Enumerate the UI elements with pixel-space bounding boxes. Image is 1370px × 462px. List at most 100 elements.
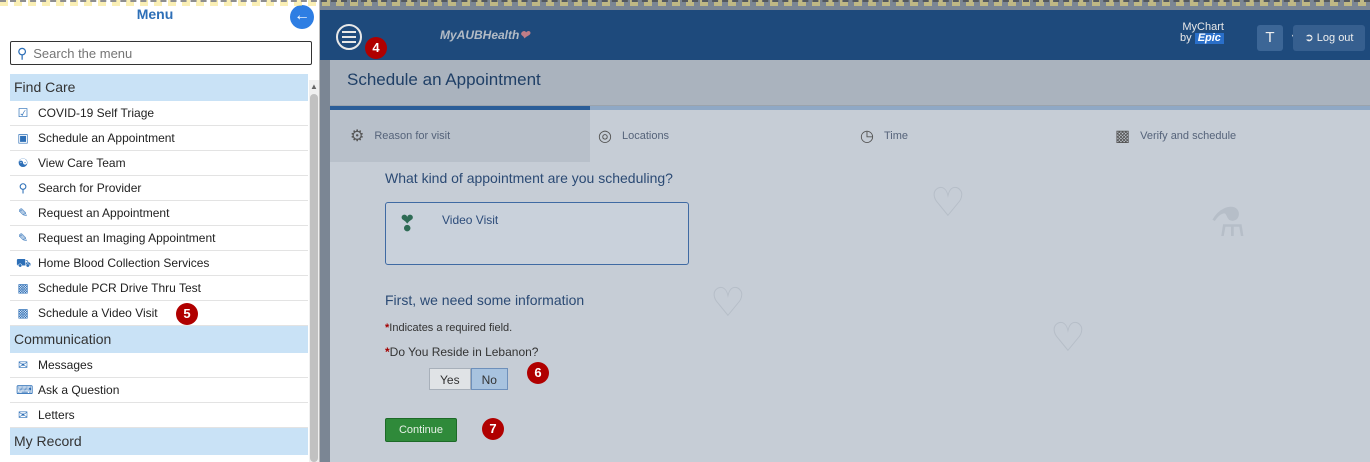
step-list: ⚙ Reason for visit ◎ Locations ◷ Time ▩ … (330, 110, 1370, 162)
appointment-type-question: What kind of appointment are you schedul… (385, 170, 673, 186)
menu-item-label: Request an Imaging Appointment (38, 231, 216, 245)
menu-item-home-blood-collection[interactable]: ⛟ Home Blood Collection Services (10, 251, 308, 276)
information-heading: First, we need some information (385, 292, 585, 308)
required-note-text: Indicates a required field. (389, 322, 513, 334)
location-icon: ◎ (598, 128, 612, 145)
medkit-icon: ⚙ (350, 128, 365, 145)
menu-search-input[interactable] (33, 45, 304, 61)
step-reason-for-visit[interactable]: ⚙ Reason for visit (330, 110, 590, 162)
menu-item-label: Letters (38, 408, 75, 422)
video-visit-option[interactable]: ❣ Video Visit (385, 202, 689, 265)
required-note: *Indicates a required field. (385, 322, 512, 334)
no-button[interactable]: No (470, 368, 508, 390)
annotation-badge-5: 5 (176, 303, 198, 325)
clipboard-check-icon: ☑ (17, 106, 29, 120)
content-panel: ♡ ♡ ⚗ ♡ Schedule an Appointment ⚙ Reason… (330, 60, 1370, 462)
mychart-by: by (1180, 32, 1192, 44)
menu-item-label: Schedule PCR Drive Thru Test (38, 281, 201, 295)
menu-item-label: COVID-19 Self Triage (38, 106, 155, 120)
menu-item-view-care-team[interactable]: ☯ View Care Team (10, 151, 308, 176)
user-avatar[interactable]: T (1257, 25, 1283, 51)
request-form-icon: ✎ (17, 206, 29, 220)
step-time[interactable]: ◷ Time (860, 110, 908, 162)
sidebar-menu: Menu ← ⚲ Find Care ☑ COVID-19 Self Triage… (0, 0, 320, 462)
menu-item-messages[interactable]: ✉ Messages (10, 353, 308, 378)
continue-button[interactable]: Continue (385, 418, 457, 442)
logout-label: Log out (1316, 32, 1354, 44)
search-icon: ⚲ (17, 44, 28, 61)
annotation-badge-7: 7 (482, 418, 504, 440)
hamburger-menu-icon[interactable] (336, 24, 362, 50)
menu-item-search-provider[interactable]: ⚲ Search for Provider (10, 176, 308, 201)
menu-title: Menu (136, 6, 174, 22)
main-area: 4 MyAUBHealth❤ MyChart by Epic T ▼ ➲ Log… (320, 0, 1370, 462)
visit-type-label: Video Visit (442, 213, 499, 227)
request-form-icon: ✎ (17, 231, 29, 245)
care-team-icon: ☯ (17, 156, 29, 170)
aubhealth-logo[interactable]: MyAUBHealth❤ (440, 28, 529, 42)
menu-item-video-visit[interactable]: ▩ Schedule a Video Visit (10, 301, 308, 326)
calendar-icon: ▩ (17, 281, 29, 295)
logo-text: AUBHealth (456, 28, 520, 42)
truck-icon: ⛟ (16, 256, 32, 270)
reside-question: *Do You Reside in Lebanon? (385, 345, 538, 359)
annotation-badge-6: 6 (527, 362, 549, 384)
step-verify-schedule[interactable]: ▩ Verify and schedule (1115, 110, 1236, 162)
menu-item-label: Ask a Question (38, 383, 120, 397)
annotation-badge-4: 4 (365, 37, 387, 59)
mychart-epic-logo: MyChart by Epic (1180, 22, 1224, 44)
scroll-thumb[interactable] (310, 94, 318, 462)
menu-item-request-imaging[interactable]: ✎ Request an Imaging Appointment (10, 226, 308, 251)
menu-search[interactable]: ⚲ (10, 41, 312, 65)
step-label: Locations (621, 130, 670, 142)
menu-item-label: Messages (38, 358, 93, 372)
chat-icon: ⌨ (16, 383, 34, 397)
menu-item-request-appointment[interactable]: ✎ Request an Appointment (10, 201, 308, 226)
logout-button[interactable]: ➲ Log out (1293, 25, 1365, 51)
decorative-heart-icon: ♡ (710, 281, 746, 325)
decorative-heart-icon: ♡ (930, 181, 966, 225)
page-header: Schedule an Appointment (330, 60, 1370, 106)
epic-label: Epic (1194, 33, 1224, 44)
step-label: Reason for visit (374, 130, 451, 142)
menu-item-label: View Care Team (38, 156, 126, 170)
menu-list: Find Care ☑ COVID-19 Self Triage ▣ Schedul… (10, 74, 308, 455)
reside-question-text: Do You Reside in Lebanon? (389, 345, 539, 359)
menu-item-label: Home Blood Collection Services (38, 256, 210, 270)
calendar-add-icon: ▣ (17, 131, 29, 145)
top-bar: 4 MyAUBHealth❤ MyChart by Epic T ▼ ➲ Log… (320, 10, 1370, 60)
step-label: Time (883, 130, 909, 142)
search-icon: ⚲ (18, 181, 28, 195)
section-communication[interactable]: Communication (10, 326, 308, 353)
menu-item-ask-question[interactable]: ⌨ Ask a Question (10, 378, 308, 403)
menu-item-label: Search for Provider (38, 181, 142, 195)
menu-item-schedule-appointment[interactable]: ▣ Schedule an Appointment (10, 126, 308, 151)
menu-item-label: Schedule a Video Visit (38, 306, 158, 320)
envelope-icon: ✉ (17, 358, 29, 372)
yes-no-toggle: Yes No (429, 368, 508, 390)
logo-prefix: My (440, 28, 457, 42)
calendar-icon: ▩ (17, 306, 29, 320)
scroll-up-arrow-icon[interactable]: ▲ (310, 82, 318, 91)
menu-item-covid-triage[interactable]: ☑ COVID-19 Self Triage (10, 101, 308, 126)
yes-button[interactable]: Yes (429, 368, 471, 390)
section-find-care[interactable]: Find Care (10, 74, 308, 101)
step-label: Verify and schedule (1140, 130, 1237, 142)
menu-scrollbar[interactable]: ▲ (309, 80, 319, 462)
stethoscope-icon: ❣ (398, 211, 417, 236)
menu-item-letters[interactable]: ✉ Letters (10, 403, 308, 428)
dashed-border (0, 0, 1370, 6)
collapse-menu-icon[interactable]: ← (290, 5, 314, 29)
decorative-flask-icon: ⚗ (1210, 201, 1246, 245)
menu-item-label: Schedule an Appointment (38, 131, 175, 145)
heart-icon: ❤ (519, 28, 530, 42)
calendar-icon: ▩ (1115, 128, 1131, 145)
menu-item-pcr-drive-thru[interactable]: ▩ Schedule PCR Drive Thru Test (10, 276, 308, 301)
menu-item-label: Request an Appointment (38, 206, 170, 220)
section-my-record[interactable]: My Record (10, 428, 308, 455)
clock-icon: ◷ (860, 128, 874, 145)
logout-icon: ➲ (1304, 32, 1314, 44)
page-title: Schedule an Appointment (347, 70, 541, 89)
letter-icon: ✉ (17, 408, 29, 422)
step-locations[interactable]: ◎ Locations (598, 110, 669, 162)
